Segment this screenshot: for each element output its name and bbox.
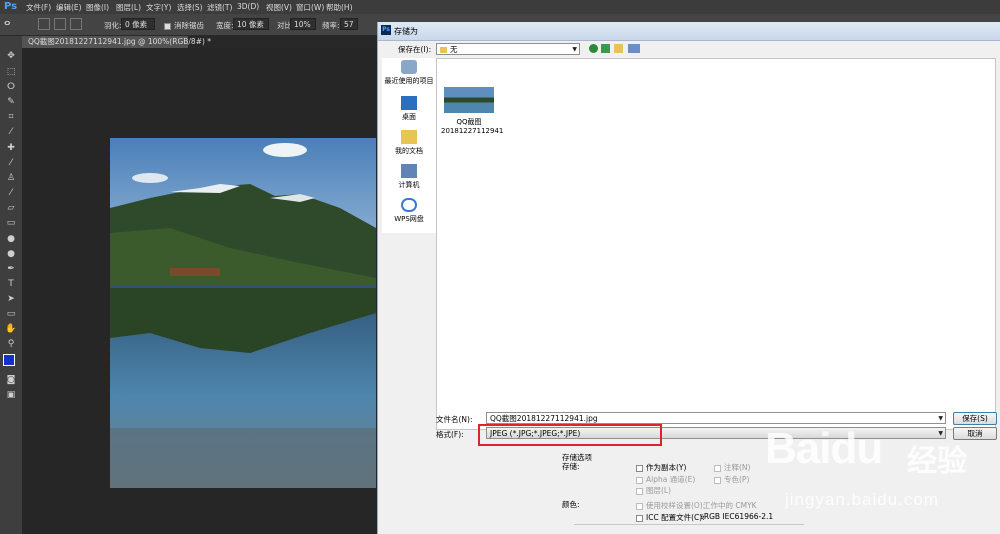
menu-window[interactable]: 窗口(W) <box>296 2 324 13</box>
save-in-dropdown[interactable]: 无 ▼ <box>436 43 580 55</box>
place-computer[interactable]: 计算机 <box>382 164 436 190</box>
dodge-tool-icon[interactable]: ● <box>5 249 17 259</box>
type-tool-icon[interactable]: T <box>5 279 17 289</box>
dialog-title: 存储为 <box>394 27 418 36</box>
screen-mode-icon[interactable]: ▣ <box>5 390 17 400</box>
menu-bar: Ps 文件(F) 编辑(E) 图像(I) 图层(L) 文字(Y) 选择(S) 滤… <box>0 0 1000 14</box>
contrast-input[interactable]: 10% <box>290 18 316 30</box>
menu-filter[interactable]: 滤镜(T) <box>207 2 232 13</box>
watermark-brand: Baidu <box>765 424 883 473</box>
antialias-check-icon <box>164 22 171 30</box>
menu-select[interactable]: 选择(S) <box>177 2 203 13</box>
file-list: QQ截图 20181227112941 <box>436 58 996 430</box>
as-copy-checkbox[interactable]: 作为副本(Y) <box>636 462 686 473</box>
photoshop-app-icon: Ps <box>381 25 391 35</box>
file-item[interactable]: QQ截图 20181227112941 <box>441 87 503 135</box>
storage-label: 存储: <box>562 462 580 471</box>
watermark-suffix: 经验 <box>907 444 967 479</box>
zoom-tool-icon[interactable]: ⚲ <box>5 339 17 349</box>
format-label: 格式(F): <box>436 430 464 439</box>
layers-checkbox[interactable]: 图层(L) <box>636 485 671 496</box>
view-menu-icon[interactable] <box>628 44 640 53</box>
alpha-channels-checkbox[interactable]: Alpha 通道(E) <box>636 474 695 485</box>
frequency-input[interactable]: 57 <box>340 18 358 30</box>
chevron-down-icon: ▼ <box>572 46 577 53</box>
filename-label: 文件名(N): <box>436 415 473 424</box>
feather-label: 羽化: <box>104 21 122 30</box>
use-proof-checkbox[interactable]: 使用校样设置(O): <box>636 500 705 511</box>
desktop-icon <box>401 96 417 110</box>
places-bar: 最近使用的项目 桌面 我的文档 计算机 WPS网盘 <box>382 58 436 233</box>
icc-checkbox[interactable]: ICC 配置文件(C): <box>636 512 705 523</box>
document-tab[interactable]: QQ截图20181227112941.jpg @ 100%(RGB/8#) * <box>22 36 211 48</box>
up-folder-icon[interactable] <box>601 44 610 53</box>
foreground-color-swatch[interactable] <box>3 354 15 366</box>
frequency-label: 频率: <box>322 21 340 30</box>
menu-image[interactable]: 图像(I) <box>86 2 109 13</box>
dialog-titlebar: Ps 存储为 <box>378 22 1000 41</box>
recent-items-icon <box>401 60 417 74</box>
antialias-checkbox[interactable]: 消除锯齿 <box>164 20 204 31</box>
place-documents[interactable]: 我的文档 <box>382 130 436 156</box>
place-wps-cloud[interactable]: WPS网盘 <box>382 198 436 224</box>
menu-view[interactable]: 视图(V) <box>266 2 292 13</box>
place-recent[interactable]: 最近使用的项目 <box>382 60 436 86</box>
cloud-icon <box>401 198 417 212</box>
hand-tool-icon[interactable]: ✋ <box>5 324 17 334</box>
add-selection-icon[interactable] <box>54 18 66 30</box>
new-selection-icon[interactable] <box>38 18 50 30</box>
move-tool-icon[interactable]: ✥ <box>5 51 17 61</box>
back-icon[interactable] <box>589 44 598 53</box>
marquee-tool-icon[interactable]: ⬚ <box>5 67 17 77</box>
menu-file[interactable]: 文件(F) <box>26 2 51 13</box>
save-in-label: 保存在(I): <box>398 45 432 54</box>
quick-select-icon[interactable]: ✎ <box>5 97 17 107</box>
menu-help[interactable]: 帮助(H) <box>326 2 353 13</box>
quick-mask-icon[interactable]: ◙ <box>5 375 17 385</box>
documents-icon <box>401 130 417 144</box>
icc-value: sRGB IEC61966-2.1 <box>700 512 774 521</box>
lasso-tool-icon[interactable]: ⵔ <box>5 82 17 92</box>
watermark-url: jingyan.baidu.com <box>785 490 940 509</box>
baidu-watermark: Baidu 经验 jingyan.baidu.com <box>765 422 995 532</box>
eraser-tool-icon[interactable]: ▱ <box>5 203 17 213</box>
menu-3d[interactable]: 3D(D) <box>237 2 259 11</box>
landscape-image <box>110 138 376 488</box>
menu-type[interactable]: 文字(Y) <box>146 2 171 13</box>
format-highlight-box <box>478 424 662 446</box>
feather-input[interactable]: 0 像素 <box>121 18 155 30</box>
new-folder-icon[interactable] <box>614 44 623 53</box>
file-thumbnail <box>444 87 494 113</box>
shape-tool-icon[interactable]: ▭ <box>5 309 17 319</box>
path-select-icon[interactable]: ➤ <box>5 294 17 304</box>
lasso-tool-icon[interactable]: ⴰ <box>4 17 10 28</box>
spot-colors-checkbox[interactable]: 专色(P) <box>714 474 749 485</box>
photoshop-logo: Ps <box>4 1 18 12</box>
gradient-tool-icon[interactable]: ▭ <box>5 218 17 228</box>
annotations-checkbox[interactable]: 注释(N) <box>714 462 750 473</box>
menu-layer[interactable]: 图层(L) <box>116 2 141 13</box>
place-desktop[interactable]: 桌面 <box>382 96 436 122</box>
crop-tool-icon[interactable]: ⌗ <box>5 112 17 122</box>
width-input[interactable]: 10 像素 <box>233 18 269 30</box>
computer-icon <box>401 164 417 178</box>
color-label: 颜色: <box>562 500 580 509</box>
healing-brush-icon[interactable]: ✚ <box>5 143 17 153</box>
pen-tool-icon[interactable]: ✒ <box>5 264 17 274</box>
tools-panel: ✥ ⬚ ⵔ ✎ ⌗ ⁄ ✚ ⁄ ♙ ⁄ ▱ ▭ ● ● ✒ T ➤ ▭ ✋ ⚲ … <box>0 36 23 534</box>
document-photo <box>110 138 376 488</box>
folder-icon <box>440 47 447 53</box>
brush-tool-icon[interactable]: ⁄ <box>5 158 17 168</box>
width-label: 宽度: <box>216 21 234 30</box>
eyedropper-icon[interactable]: ⁄ <box>5 127 17 137</box>
blur-tool-icon[interactable]: ● <box>5 234 17 244</box>
history-brush-icon[interactable]: ⁄ <box>5 188 17 198</box>
menu-edit[interactable]: 编辑(E) <box>56 2 82 13</box>
proof-value: 工作中的 CMYK <box>703 501 757 510</box>
clone-stamp-icon[interactable]: ♙ <box>5 173 17 183</box>
subtract-selection-icon[interactable] <box>70 18 82 30</box>
